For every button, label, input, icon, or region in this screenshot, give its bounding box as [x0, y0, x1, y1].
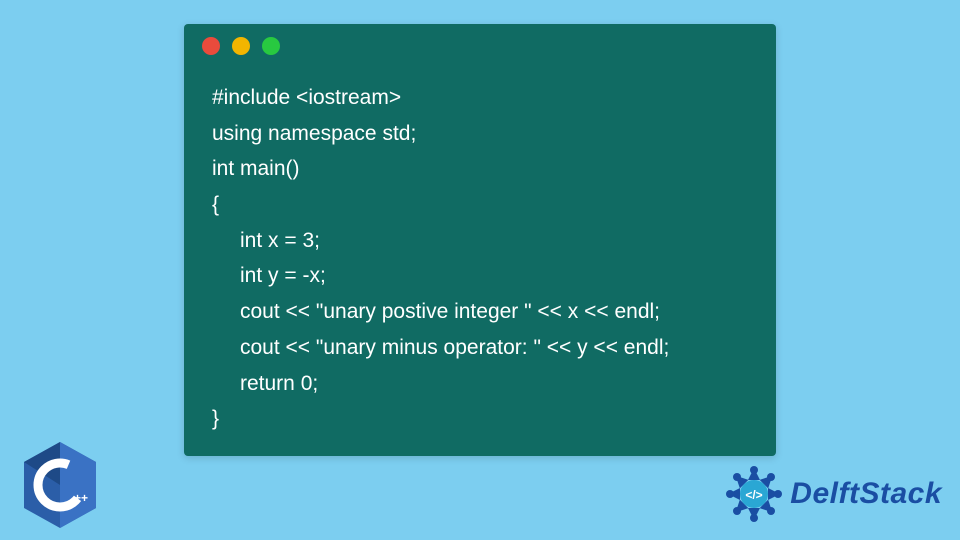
code-line: cout << "unary postive integer " << x <<…	[212, 294, 748, 330]
cpp-logo-icon: ++	[20, 440, 100, 530]
code-line: {	[212, 187, 748, 223]
window-titlebar	[184, 24, 776, 68]
maximize-icon[interactable]	[262, 37, 280, 55]
delftstack-label: DelftStack	[790, 477, 942, 511]
code-line: #include <iostream>	[212, 80, 748, 116]
minimize-icon[interactable]	[232, 37, 250, 55]
code-line: return 0;	[212, 366, 748, 402]
delftstack-logo: </> DelftStack	[722, 462, 942, 526]
code-body: #include <iostream> using namespace std;…	[184, 68, 776, 449]
svg-text:</>: </>	[746, 488, 763, 502]
code-window: #include <iostream> using namespace std;…	[184, 24, 776, 456]
code-line: }	[212, 401, 748, 437]
code-line: cout << "unary minus operator: " << y <<…	[212, 330, 748, 366]
delftstack-badge-icon: </>	[722, 462, 786, 526]
svg-text:++: ++	[74, 491, 88, 505]
code-line: int x = 3;	[212, 223, 748, 259]
close-icon[interactable]	[202, 37, 220, 55]
code-line: int y = -x;	[212, 258, 748, 294]
code-line: int main()	[212, 151, 748, 187]
code-line: using namespace std;	[212, 116, 748, 152]
